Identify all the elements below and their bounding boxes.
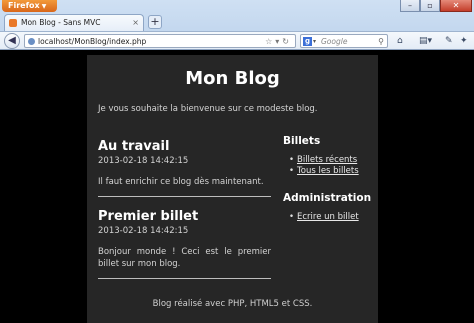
maximize-button[interactable]: ▫ bbox=[420, 0, 440, 12]
close-tab-icon[interactable]: × bbox=[132, 15, 139, 31]
post-body: Il faut enrichir ce blog dès maintenant. bbox=[98, 177, 264, 187]
link-tous-les-billets[interactable]: Tous les billets bbox=[297, 166, 359, 176]
link-ecrire-un-billet[interactable]: Ecrire un billet bbox=[297, 212, 359, 222]
google-icon[interactable]: g bbox=[303, 37, 312, 46]
close-window-button[interactable]: ✕ bbox=[440, 0, 472, 12]
tab-mon-blog[interactable]: Mon Blog - Sans MVC × bbox=[4, 14, 144, 31]
search-engine-dropdown-icon[interactable]: ▾ bbox=[313, 35, 316, 48]
navigation-toolbar: ◀ localhost/MonBlog/index.php ☆▾↻ g ▾ Go… bbox=[0, 31, 474, 50]
url-bar[interactable]: localhost/MonBlog/index.php ☆▾↻ bbox=[24, 34, 296, 48]
minimize-button[interactable]: – bbox=[400, 0, 420, 12]
favicon-icon bbox=[9, 19, 17, 27]
window-controls: – ▫ ✕ bbox=[400, 0, 472, 12]
search-placeholder: Google bbox=[321, 37, 348, 46]
admin-link-list: Ecrire un billet bbox=[283, 212, 378, 223]
firefox-menu-button[interactable]: Firefox ▼ bbox=[2, 0, 57, 12]
sidebar-administration: Administration Ecrire un billet bbox=[283, 192, 378, 223]
addon-badge-icon[interactable]: ✦ bbox=[460, 34, 468, 48]
reload-icon[interactable]: ↻ bbox=[282, 37, 292, 46]
list-item: Tous les billets bbox=[289, 166, 378, 177]
blog-container: Mon Blog Je vous souhaite la bienvenue s… bbox=[87, 55, 378, 323]
tab-title: Mon Blog - Sans MVC bbox=[21, 18, 101, 27]
post-divider bbox=[98, 196, 271, 197]
sidebar-title-billets: Billets bbox=[283, 135, 321, 147]
search-bar[interactable]: g ▾ Google ⚲ bbox=[300, 34, 388, 48]
bookmark-star-icon[interactable]: ☆ bbox=[265, 37, 275, 46]
link-billets-recents[interactable]: Billets récents bbox=[297, 155, 357, 165]
sidebar-billets: Billets Billets récents Tous les billets bbox=[283, 135, 378, 177]
blog-footer: Blog réalisé avec PHP, HTML5 et CSS. bbox=[152, 299, 313, 309]
billets-link-list: Billets récents Tous les billets bbox=[283, 155, 378, 177]
post-body: Bonjour monde ! Ceci est le premier bill… bbox=[98, 247, 271, 269]
post-date: 2013-02-18 14:42:15 bbox=[98, 156, 189, 166]
post-divider bbox=[98, 278, 271, 279]
search-icon[interactable]: ⚲ bbox=[378, 35, 384, 48]
home-icon[interactable]: ⌂ bbox=[397, 34, 403, 48]
post-article: Premier billet 2013-02-18 14:42:15 Bonjo… bbox=[98, 209, 271, 279]
list-item: Ecrire un billet bbox=[289, 212, 378, 223]
url-text: localhost/MonBlog/index.php bbox=[38, 37, 147, 46]
list-item: Billets récents bbox=[289, 155, 378, 166]
back-button[interactable]: ◀ bbox=[4, 33, 20, 49]
bookmarks-menu-icon[interactable]: ▤▾ bbox=[419, 34, 432, 48]
chevron-down-icon: ▼ bbox=[41, 3, 47, 10]
blog-title[interactable]: Mon Blog bbox=[87, 68, 378, 89]
site-identity-icon[interactable] bbox=[28, 38, 35, 45]
post-title[interactable]: Au travail bbox=[98, 139, 271, 154]
url-bar-icons: ☆▾↻ bbox=[265, 35, 292, 48]
browser-chrome: Firefox ▼ – ▫ ✕ Mon Blog - Sans MVC × + ◀… bbox=[0, 0, 474, 50]
firefox-menu-label: Firefox bbox=[8, 1, 40, 10]
addon-icon[interactable]: ✎ bbox=[445, 34, 453, 48]
page-viewport: Mon Blog Je vous souhaite la bienvenue s… bbox=[0, 51, 474, 323]
post-title[interactable]: Premier billet bbox=[98, 209, 271, 224]
new-tab-button[interactable]: + bbox=[148, 15, 162, 29]
sidebar-title-administration: Administration bbox=[283, 192, 372, 204]
post-date: 2013-02-18 14:42:15 bbox=[98, 226, 189, 236]
post-article: Au travail 2013-02-18 14:42:15 Il faut e… bbox=[98, 139, 271, 197]
welcome-text: Je vous souhaite la bienvenue sur ce mod… bbox=[98, 104, 318, 114]
